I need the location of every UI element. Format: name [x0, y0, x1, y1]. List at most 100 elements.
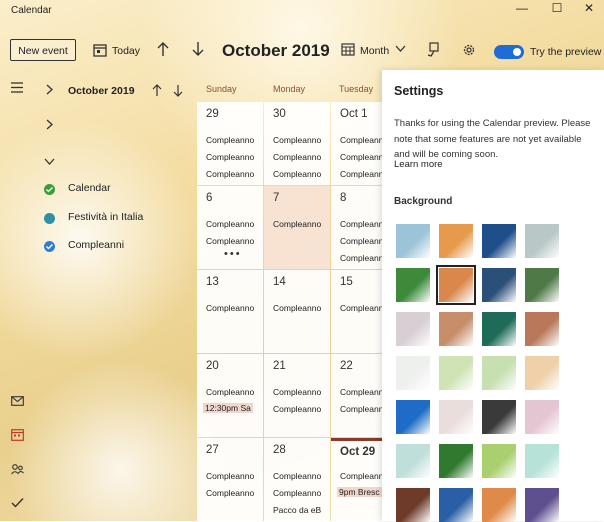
- background-swatch[interactable]: [396, 488, 430, 522]
- event-item[interactable]: Compleanno: [340, 219, 382, 229]
- background-swatch[interactable]: [439, 444, 473, 478]
- event-item[interactable]: Compleanno: [340, 152, 382, 162]
- event-item[interactable]: Compleanno: [273, 219, 321, 229]
- share-icon[interactable]: [427, 42, 441, 60]
- day-cell[interactable]: 20 Compleanno 12:30pm Sa: [197, 354, 263, 437]
- background-swatch[interactable]: [482, 400, 516, 434]
- event-item[interactable]: Compleanno: [340, 404, 382, 414]
- background-swatch[interactable]: [525, 444, 559, 478]
- background-swatch[interactable]: [482, 356, 516, 390]
- mini-month-title[interactable]: October 2019: [68, 85, 135, 97]
- chevron-right-icon[interactable]: [46, 84, 54, 98]
- timed-event-item[interactable]: 12:30pm Sa: [203, 403, 253, 413]
- event-item[interactable]: Compleanno: [340, 303, 382, 313]
- event-item[interactable]: Compleanno: [273, 404, 321, 414]
- event-item[interactable]: Compleanno: [273, 471, 321, 481]
- previous-arrow-icon[interactable]: [156, 41, 170, 60]
- learn-more-link[interactable]: Learn more: [394, 159, 443, 170]
- event-item[interactable]: Compleanno: [273, 387, 321, 397]
- event-item[interactable]: Compleanno: [206, 488, 254, 498]
- event-item[interactable]: Compleanno: [206, 387, 254, 397]
- background-swatch[interactable]: [396, 400, 430, 434]
- event-item[interactable]: Compleanno: [206, 219, 254, 229]
- day-cell[interactable]: Oct 1 Compleanno Compleanno Compleanno: [331, 102, 382, 185]
- event-item[interactable]: Compleanno: [273, 303, 321, 313]
- background-swatch[interactable]: [525, 224, 559, 258]
- background-swatch[interactable]: [482, 268, 516, 302]
- background-swatch[interactable]: [439, 488, 473, 522]
- mail-icon[interactable]: [8, 396, 26, 410]
- hamburger-menu-icon[interactable]: [8, 82, 26, 96]
- gear-icon[interactable]: [462, 43, 476, 60]
- background-swatch[interactable]: [482, 444, 516, 478]
- event-item[interactable]: Compleanno: [340, 471, 382, 481]
- chevron-down-icon[interactable]: [395, 44, 406, 56]
- event-item[interactable]: Compleanno: [273, 488, 321, 498]
- people-icon[interactable]: [8, 463, 26, 477]
- today-button[interactable]: Today: [112, 45, 140, 57]
- day-cell[interactable]: 6 Compleanno Compleanno •••: [197, 186, 263, 269]
- background-swatch[interactable]: [525, 488, 559, 522]
- event-item[interactable]: Compleanno: [206, 236, 254, 246]
- background-swatch[interactable]: [396, 268, 430, 302]
- event-item[interactable]: Pacco da eB: [273, 505, 321, 515]
- event-item[interactable]: Compleanno: [340, 387, 382, 397]
- background-swatch[interactable]: [525, 356, 559, 390]
- collapse-chevron-icon[interactable]: [44, 157, 55, 169]
- day-cell[interactable]: 22 Compleanno Compleanno: [331, 354, 382, 437]
- day-cell[interactable]: 28 Compleanno Compleanno Pacco da eB: [264, 438, 330, 521]
- day-cell[interactable]: 27 Compleanno Compleanno: [197, 438, 263, 521]
- day-cell[interactable]: 30 Compleanno Compleanno Compleanno: [264, 102, 330, 185]
- new-event-button[interactable]: New event: [10, 39, 76, 61]
- background-swatch[interactable]: [396, 356, 430, 390]
- check-icon[interactable]: [44, 241, 55, 252]
- preview-toggle[interactable]: [494, 45, 524, 59]
- background-swatch[interactable]: [439, 400, 473, 434]
- background-swatch[interactable]: [396, 312, 430, 346]
- event-item[interactable]: Compleanno: [206, 152, 254, 162]
- event-item[interactable]: Compleanno: [340, 169, 382, 179]
- calendar-nav-icon[interactable]: [8, 429, 26, 443]
- background-swatch[interactable]: [525, 312, 559, 346]
- mini-prev-arrow-icon[interactable]: [152, 84, 162, 100]
- maximize-icon[interactable]: ☐: [540, 0, 574, 22]
- background-swatch[interactable]: [439, 224, 473, 258]
- background-swatch[interactable]: [482, 488, 516, 522]
- event-item[interactable]: Compleanno: [340, 236, 382, 246]
- expand-chevron-icon[interactable]: [46, 119, 54, 133]
- event-item[interactable]: Compleanno: [273, 152, 321, 162]
- background-swatch[interactable]: [525, 268, 559, 302]
- day-cell[interactable]: 29 Compleanno Compleanno Compleanno: [197, 102, 263, 185]
- calendar-color-dot[interactable]: [44, 213, 55, 224]
- background-swatch[interactable]: [482, 312, 516, 346]
- event-item[interactable]: Compleanno: [206, 303, 254, 313]
- background-swatch[interactable]: [396, 224, 430, 258]
- day-cell[interactable]: 13 Compleanno: [197, 270, 263, 353]
- day-cell[interactable]: 7 Compleanno: [264, 186, 330, 269]
- event-item[interactable]: Compleanno: [340, 135, 382, 145]
- mini-next-arrow-icon[interactable]: [173, 84, 183, 100]
- event-item[interactable]: Compleanno: [206, 471, 254, 481]
- background-swatch[interactable]: [436, 265, 476, 305]
- view-dropdown[interactable]: Month: [360, 45, 389, 57]
- background-swatch[interactable]: [482, 224, 516, 258]
- event-item[interactable]: Compleanno: [340, 253, 382, 263]
- today-cell[interactable]: Oct 29 Compleanno 9pm Bresc: [331, 438, 382, 521]
- more-events-indicator[interactable]: •••: [224, 248, 242, 260]
- day-cell[interactable]: 8 Compleanno Compleanno Compleanno: [331, 186, 382, 269]
- background-swatch[interactable]: [439, 312, 473, 346]
- event-item[interactable]: Compleanno: [273, 135, 321, 145]
- close-icon[interactable]: ✕: [572, 0, 604, 22]
- day-cell[interactable]: 15 Compleanno: [331, 270, 382, 353]
- background-swatch[interactable]: [525, 400, 559, 434]
- check-icon[interactable]: [44, 184, 55, 195]
- day-cell[interactable]: 21 Compleanno Compleanno: [264, 354, 330, 437]
- background-swatch[interactable]: [396, 444, 430, 478]
- next-arrow-icon[interactable]: [191, 41, 205, 60]
- event-item[interactable]: Compleanno: [206, 169, 254, 179]
- event-item[interactable]: Compleanno: [273, 169, 321, 179]
- todo-check-icon[interactable]: [8, 497, 26, 511]
- minimize-icon[interactable]: —: [505, 0, 539, 22]
- day-cell[interactable]: 14 Compleanno: [264, 270, 330, 353]
- timed-event-item[interactable]: 9pm Bresc: [337, 487, 382, 497]
